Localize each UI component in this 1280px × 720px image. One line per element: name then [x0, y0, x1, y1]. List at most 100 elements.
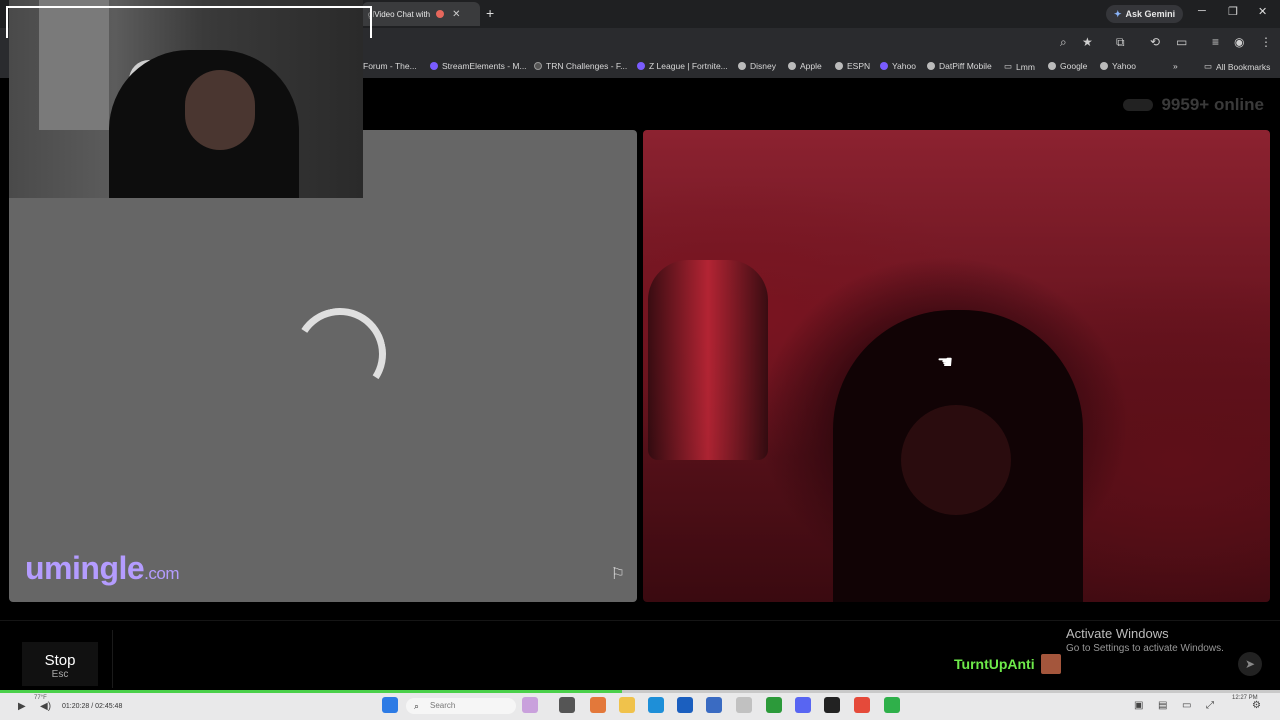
chat-bar: Stop Esc Activate Windows Go to Settings…	[0, 612, 1280, 690]
ask-gemini-label: Ask Gemini	[1125, 9, 1176, 19]
ask-gemini-button[interactable]: ✦ Ask Gemini	[1106, 5, 1184, 23]
self-video-panel: ☚	[643, 130, 1270, 602]
bookmark-item[interactable]: Forum - The...	[363, 61, 417, 71]
store-icon[interactable]	[677, 697, 693, 713]
tray-icon[interactable]: ⤢	[1206, 700, 1214, 711]
tray-icon[interactable]: ▣	[1134, 700, 1143, 711]
streamer-webcam-overlay	[9, 0, 363, 198]
profile-avatar-icon[interactable]: ◉	[1234, 35, 1244, 49]
bookmarks-overflow-button[interactable]: »	[1173, 61, 1178, 71]
taskbar-search[interactable]: ⌕ Search	[406, 698, 516, 714]
tray-icon[interactable]: ▤	[1158, 700, 1167, 711]
logo-main: umingle	[25, 550, 145, 586]
bookmark-item[interactable]: TRN Challenges - F...	[534, 61, 627, 71]
bookmark-label: Z League | Fortnite...	[649, 61, 728, 71]
recording-indicator-icon	[436, 10, 445, 18]
bookmark-item[interactable]: ▭ Lmm	[1004, 61, 1035, 72]
close-tab-icon[interactable]: ✕	[452, 9, 460, 20]
search-icon: ⌕	[414, 701, 420, 711]
bookmark-label: Forum - The...	[363, 61, 417, 71]
file-explorer-icon[interactable]	[619, 697, 635, 713]
task-view-icon[interactable]	[559, 697, 575, 713]
bookmark-item[interactable]: Z League | Fortnite...	[637, 61, 728, 71]
send-icon[interactable]: ➤	[1238, 652, 1262, 676]
copilot-icon[interactable]	[522, 697, 538, 713]
activate-windows-watermark: Activate Windows Go to Settings to activ…	[1066, 626, 1224, 654]
all-bookmarks-button[interactable]: ▭ All Bookmarks	[1204, 61, 1270, 72]
settings-gear-icon[interactable]: ⚙	[1252, 700, 1261, 711]
bookmark-item[interactable]: Disney	[738, 61, 776, 71]
gemini-icon: ✦	[1114, 8, 1122, 19]
bookmark-label: Apple	[800, 61, 822, 71]
bookmark-label: Google	[1060, 61, 1088, 71]
umingle-logo: umingle.com	[25, 550, 180, 587]
app-icon[interactable]	[736, 697, 752, 713]
tab-title: Video Chat with	[374, 9, 431, 19]
bookmark-star-icon[interactable]: ★	[1082, 35, 1093, 49]
app-icon[interactable]	[706, 697, 722, 713]
bookmark-item[interactable]: DatPiff Mobile	[927, 61, 992, 71]
zoom-icon[interactable]: ⌕	[1060, 35, 1067, 50]
logo-domain: .com	[144, 564, 180, 583]
google-icon	[1048, 62, 1056, 70]
divider	[0, 620, 1280, 621]
close-window-button[interactable]: ✕	[1258, 5, 1267, 18]
person-face	[901, 405, 1011, 515]
app-icon[interactable]	[590, 697, 606, 713]
bookmark-label: StreamElements - M...	[442, 61, 527, 71]
bookmark-label: DatPiff Mobile	[939, 61, 992, 71]
stop-button[interactable]: Stop Esc	[22, 642, 98, 686]
bookmark-item[interactable]: Yahoo	[880, 61, 916, 71]
stranger-video-panel: umingle.com ⚐	[9, 130, 637, 602]
discord-icon[interactable]	[795, 697, 811, 713]
globe-icon	[927, 62, 935, 70]
bookmark-label: Yahoo	[1112, 61, 1136, 71]
browser-tab-active[interactable]: gl Video Chat with ✕	[362, 2, 480, 26]
bookmark-label: TRN Challenges - F...	[546, 61, 628, 71]
bookmark-label: ESPN	[847, 61, 871, 71]
restore-window-button[interactable]: ❐	[1228, 5, 1238, 18]
online-count: 9959+ online	[1161, 95, 1264, 114]
history-icon[interactable]: ⟲	[1150, 35, 1160, 49]
bookmark-label: Disney	[750, 61, 776, 71]
yahoo-icon	[880, 62, 888, 70]
bookmark-item[interactable]: Yahoo	[1100, 61, 1136, 71]
zleague-icon	[637, 62, 645, 70]
app-icon[interactable]	[824, 697, 840, 713]
stop-label: Stop	[44, 652, 76, 669]
extensions-icon[interactable]: ⧉	[1116, 35, 1125, 50]
bookmark-label: Yahoo	[892, 61, 916, 71]
globe-icon	[788, 62, 796, 70]
browser-menu-icon[interactable]: ⋮	[1260, 35, 1272, 49]
streamer-avatar	[1041, 654, 1061, 674]
media-control-icon[interactable]: ≡	[1212, 35, 1219, 49]
playback-progress[interactable]	[0, 690, 1280, 693]
edge-icon[interactable]	[648, 697, 664, 713]
tray-icon[interactable]: ▭	[1182, 700, 1191, 711]
video-player-bar: 77°F ▶ ◀) 01:20:28 / 02:45:48 ⌕ Search ▣…	[0, 690, 1280, 720]
activate-subtitle: Go to Settings to activate Windows.	[1066, 643, 1224, 654]
globe-icon	[835, 62, 843, 70]
screen-share-icon[interactable]: ▭	[1176, 35, 1187, 49]
chrome-icon[interactable]	[854, 697, 870, 713]
report-flag-icon[interactable]: ⚐	[611, 564, 625, 584]
hand-cursor-icon: ☚	[937, 352, 954, 372]
online-toggle[interactable]	[1123, 99, 1154, 111]
windows-start-icon[interactable]	[382, 697, 398, 713]
bookmark-item[interactable]: Apple	[788, 61, 822, 71]
bookmark-label: Lmm	[1016, 61, 1035, 72]
folder-icon: ▭	[1204, 61, 1213, 71]
loading-spinner-icon	[285, 299, 395, 409]
new-tab-button[interactable]: +	[486, 5, 494, 21]
webcam-door	[39, 0, 109, 130]
minimize-window-button[interactable]: ─	[1198, 5, 1206, 17]
activate-title: Activate Windows	[1066, 626, 1169, 641]
bookmark-item[interactable]: Google	[1048, 61, 1087, 71]
app-icon[interactable]	[884, 697, 900, 713]
bookmark-item[interactable]: StreamElements - M...	[430, 61, 527, 71]
bookmark-item[interactable]: ESPN	[835, 61, 870, 71]
streamelements-icon	[430, 62, 438, 70]
volume-icon[interactable]: ◀)	[40, 701, 51, 712]
play-icon[interactable]: ▶	[18, 701, 26, 712]
app-icon[interactable]	[766, 697, 782, 713]
